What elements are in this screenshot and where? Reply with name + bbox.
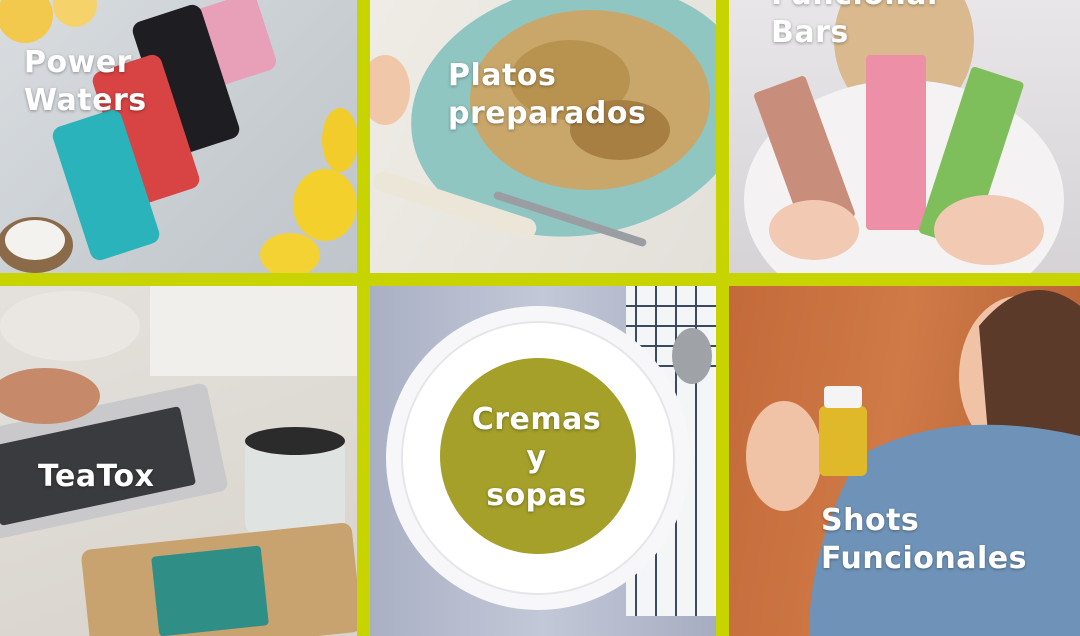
- tile-label-line: Shots: [821, 503, 920, 538]
- tile-label-line: Funcionales: [821, 541, 1027, 576]
- tile-label-line: Power: [24, 45, 132, 80]
- category-tile-power-waters[interactable]: Power Waters: [0, 0, 357, 273]
- tile-label-power-waters: Power Waters: [24, 44, 147, 120]
- pasta-plate-image: [370, 0, 716, 247]
- tile-label-line: Platos: [448, 58, 557, 93]
- category-tile-shots-funcionales[interactable]: Shots Funcionales: [729, 286, 1080, 636]
- tile-label-line: Waters: [24, 83, 147, 118]
- tile-label-line: Funcional: [771, 0, 938, 14]
- tile-label-line: Cremas: [471, 402, 602, 437]
- tile-label-line: Bars: [771, 15, 849, 50]
- power-waters-image: [0, 0, 357, 273]
- category-tile-platos-preparados[interactable]: Platos preparados: [370, 0, 716, 273]
- category-tile-funcional-bars[interactable]: Funcional Bars: [729, 0, 1080, 273]
- tile-label-line: y: [526, 440, 547, 475]
- tile-label-shots-funcionales: Shots Funcionales: [821, 502, 1027, 578]
- tile-label-line: TeaTox: [38, 459, 155, 494]
- tile-label-line: preparados: [448, 96, 647, 131]
- tile-label-funcional-bars: Funcional Bars: [771, 0, 938, 52]
- category-tile-teatox[interactable]: TeaTox: [0, 286, 357, 636]
- tile-label-teatox: TeaTox: [38, 458, 155, 496]
- category-tile-cremas-y-sopas[interactable]: Cremas y sopas: [370, 286, 716, 636]
- tile-label-line: sopas: [486, 478, 587, 513]
- tile-label-cremas-y-sopas: Cremas y sopas: [370, 401, 703, 515]
- tile-label-platos-preparados: Platos preparados: [448, 57, 646, 133]
- shots-image: [746, 290, 1080, 636]
